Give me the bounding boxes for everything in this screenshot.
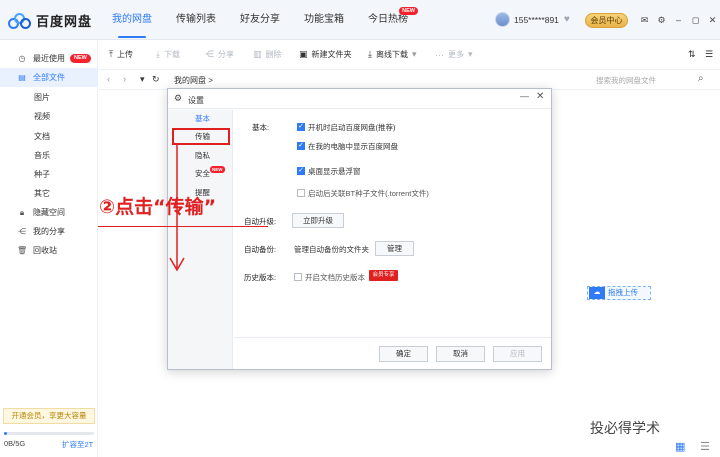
annotation-arrow [169,143,185,272]
